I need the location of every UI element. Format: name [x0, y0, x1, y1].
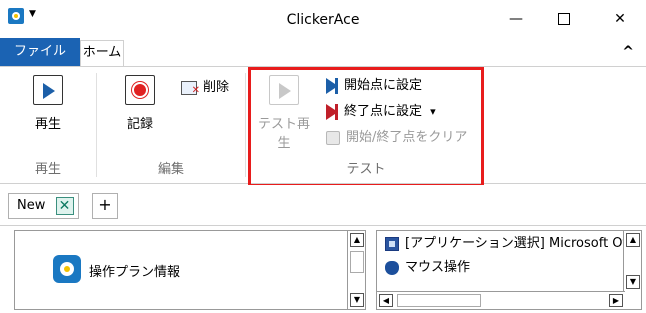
- list-item[interactable]: [アプリケーション選択] Microsoft Of: [385, 233, 627, 255]
- horizontal-scrollbar[interactable]: ◀ ▶: [377, 291, 625, 309]
- add-tab-button[interactable]: +: [92, 193, 118, 219]
- plan-info-label[interactable]: 操作プラン情報: [89, 261, 180, 280]
- set-start-point-label: 開始点に設定: [344, 78, 423, 93]
- test-play-icon: [269, 75, 299, 105]
- operation-list-panel: [アプリケーション選択] Microsoft Of マウス操作 ▲ ▼ ◀ ▶: [376, 230, 642, 310]
- plan-info-icon: [53, 255, 81, 283]
- list-item-label: [アプリケーション選択] Microsoft Of: [405, 236, 628, 251]
- vertical-scrollbar[interactable]: ▲ ▼: [347, 231, 365, 309]
- ribbon-tab-row: ファイル ホーム ^: [0, 38, 646, 67]
- test-play-button[interactable]: テスト再生: [252, 75, 316, 151]
- record-button[interactable]: 記録: [112, 75, 168, 132]
- clear-icon: [326, 130, 340, 145]
- group-divider: [245, 73, 246, 177]
- play-button-label: 再生: [34, 117, 61, 132]
- tab-file[interactable]: ファイル: [0, 38, 80, 66]
- test-group: テスト再生 開始点に設定 終了点に設定 ▾ 開始/終了点をクリア テスト: [250, 67, 482, 183]
- delete-button[interactable]: 削除: [181, 77, 230, 102]
- start-flag-icon: [326, 77, 338, 94]
- list-item[interactable]: マウス操作: [385, 257, 470, 279]
- document-tab-new[interactable]: New ✕: [8, 193, 79, 219]
- scroll-down-button[interactable]: ▼: [626, 275, 640, 289]
- scroll-up-button[interactable]: ▲: [350, 233, 364, 247]
- tab-home[interactable]: ホーム: [80, 40, 124, 67]
- scroll-thumb[interactable]: [350, 251, 364, 273]
- edit-group-label: 編集: [157, 162, 184, 177]
- chevron-down-icon[interactable]: ▾: [430, 105, 436, 118]
- title-bar: ▼ ClickerAce — ✕: [0, 0, 646, 38]
- test-play-button-label: テスト再生: [257, 117, 310, 151]
- app-select-icon: [385, 236, 399, 251]
- mouse-icon: [385, 260, 399, 275]
- document-tab-strip: New ✕ +: [0, 185, 646, 225]
- delete-icon: [181, 80, 200, 102]
- minimize-button[interactable]: —: [494, 8, 538, 30]
- set-end-point-label: 終了点に設定: [344, 104, 423, 119]
- play-group: 再生 再生: [0, 67, 96, 183]
- document-tab-label: New: [17, 198, 46, 213]
- record-button-label: 記録: [126, 117, 153, 132]
- scroll-down-button[interactable]: ▼: [350, 293, 364, 307]
- clear-points-button[interactable]: 開始/終了点をクリア: [326, 127, 467, 149]
- record-icon: [125, 75, 155, 105]
- close-tab-icon[interactable]: ✕: [55, 196, 74, 215]
- play-group-label: 再生: [34, 162, 61, 177]
- scroll-left-button[interactable]: ◀: [379, 294, 393, 307]
- scroll-thumb[interactable]: [397, 294, 481, 307]
- divider: [0, 225, 646, 226]
- clear-points-label: 開始/終了点をクリア: [346, 130, 468, 145]
- test-group-label: テスト: [346, 162, 386, 177]
- play-icon: [33, 75, 63, 105]
- list-item-label: マウス操作: [405, 260, 471, 275]
- vertical-scrollbar[interactable]: ▲ ▼: [623, 231, 641, 291]
- delete-button-label: 削除: [203, 80, 230, 95]
- end-flag-icon: [326, 103, 338, 120]
- edit-group: 記録 削除 編集: [97, 67, 245, 183]
- maximize-icon: [558, 13, 570, 25]
- plan-info-panel: 操作プラン情報 ▲ ▼: [14, 230, 366, 310]
- collapse-ribbon-icon[interactable]: ^: [622, 44, 634, 60]
- scroll-up-button[interactable]: ▲: [626, 233, 640, 247]
- play-button[interactable]: 再生: [20, 75, 76, 132]
- set-end-point-button[interactable]: 終了点に設定 ▾: [326, 101, 436, 123]
- set-start-point-button[interactable]: 開始点に設定: [326, 75, 422, 97]
- ribbon: 再生 再生 記録 削除 編集 テスト再生 開始点に設定 終了点に設定 ▾ 開始/…: [0, 66, 646, 184]
- close-button[interactable]: ✕: [598, 8, 642, 30]
- maximize-button[interactable]: [542, 8, 586, 30]
- scroll-right-button[interactable]: ▶: [609, 294, 623, 307]
